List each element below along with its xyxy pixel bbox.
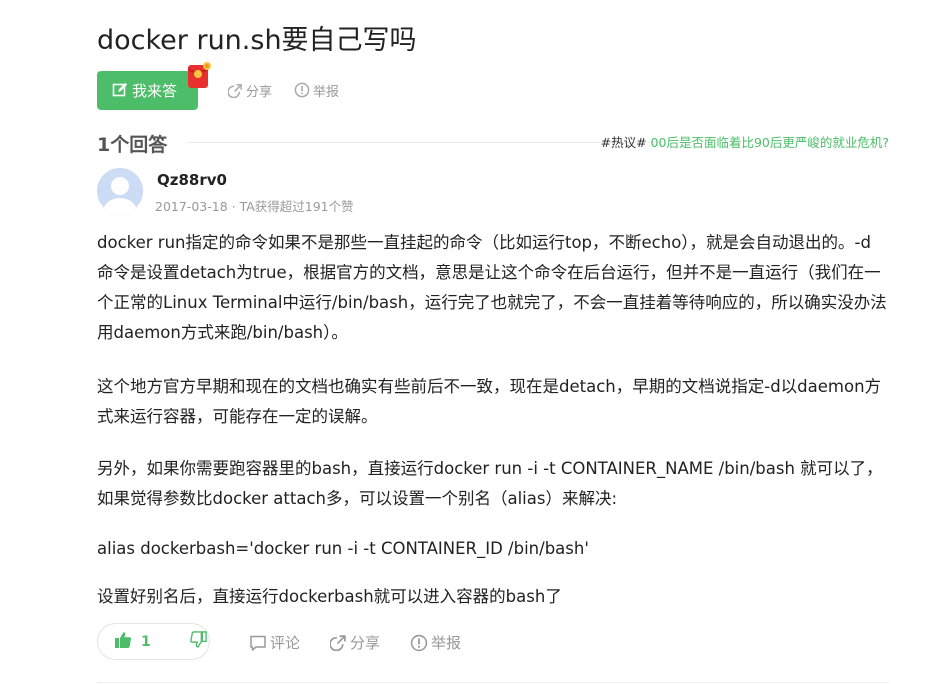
report-icon	[294, 82, 310, 98]
author-name[interactable]: Qz88rv0	[157, 171, 227, 189]
downvote-button[interactable]	[172, 631, 207, 652]
thumb-down-icon	[190, 631, 207, 652]
hot-topic-link[interactable]: 00后是否面临着比90后更严峻的就业危机?	[651, 135, 889, 150]
edit-icon	[112, 82, 128, 98]
answer-actions: 评论 分享 举报	[249, 632, 491, 653]
answer-paragraph: docker run指定的命令如果不是那些一直挂起的命令（比如运行top，不断e…	[97, 233, 887, 342]
thumb-up-icon	[114, 631, 132, 653]
avatar-placeholder	[97, 168, 143, 214]
avatar[interactable]	[97, 168, 143, 214]
comment-button[interactable]: 评论	[249, 632, 300, 653]
share-icon	[330, 634, 347, 651]
answer-paragraph: 这个地方官方早期和现在的文档也确实有些前后不一致，现在是detach，早期的文档…	[97, 377, 882, 426]
hot-topic-tag: #热议#	[600, 135, 647, 150]
share-icon	[228, 83, 243, 98]
question-actions: 我来答 分享 举报	[97, 61, 339, 110]
answers-header: 1个回答 #热议# 00后是否面临着比90后更严峻的就业危机?	[97, 128, 891, 158]
divider	[97, 682, 889, 683]
upvote-count: 1	[141, 633, 151, 650]
answer-paragraph: 另外，如果你需要跑容器里的bash，直接运行docker run -i -t C…	[97, 459, 883, 508]
answer-paragraph: 设置好别名后，直接运行dockerbash就可以进入容器的bash了	[97, 587, 562, 606]
red-envelope-icon[interactable]	[186, 61, 212, 89]
answers-count: 1个回答	[97, 134, 168, 156]
hot-topic[interactable]: #热议# 00后是否面临着比90后更严峻的就业危机?	[601, 132, 889, 151]
answer-paragraph: alias dockerbash='docker run -i -t CONTA…	[97, 539, 589, 558]
author-meta: 2017-03-18 · TA获得超过191个赞	[155, 199, 354, 214]
comment-icon	[249, 634, 267, 652]
share-answer[interactable]: 分享	[330, 632, 380, 653]
report-question[interactable]: 举报	[294, 81, 339, 100]
upvote-button[interactable]: 1	[98, 631, 172, 653]
share-question[interactable]: 分享	[228, 81, 272, 100]
report-icon	[410, 634, 428, 652]
report-answer[interactable]: 举报	[410, 632, 461, 653]
answer-author: Qz88rv0 2017-03-18 · TA获得超过191个赞	[97, 168, 497, 216]
vote-box: 1	[97, 623, 210, 660]
answer-content: docker run指定的命令如果不是那些一直挂起的命令（比如运行top，不断e…	[97, 228, 887, 612]
answer-button[interactable]: 我来答	[97, 61, 211, 110]
question-title: docker run.sh要自己写吗	[97, 25, 417, 56]
divider	[187, 142, 662, 143]
answer-button-label: 我来答	[131, 81, 177, 100]
